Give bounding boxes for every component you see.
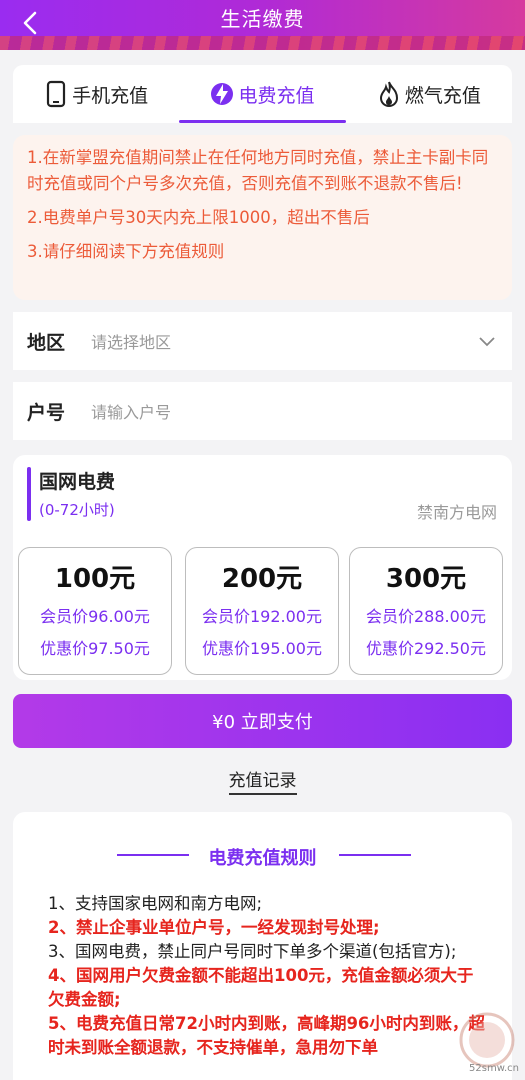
rule-item: 4、国网用户欠费金额不能超出100元，充值金额必须大于欠费金额; (48, 966, 474, 1009)
option-member-price: 会员价288.00元 (366, 607, 486, 626)
watermark-seal-icon (459, 1012, 515, 1068)
flame-icon (379, 81, 398, 108)
header-bar: 生活缴费 (0, 0, 525, 50)
option-amount: 100元 (54, 564, 136, 594)
rules-title: 电费充值规则 (208, 848, 317, 869)
notice-box: 1.在新掌盟充值期间禁止在任何地方同时充值，禁止主卡副卡同时充值或同个户号多次充… (13, 135, 512, 300)
tab-bar: 手机充值 电费充值 燃气充值 (13, 65, 512, 123)
recharge-card: 国网电费 (0-72小时) 禁南方电网 100元 会员价96.00元 优惠价97… (13, 455, 512, 680)
option-member-price: 会员价192.00元 (202, 607, 322, 626)
account-placeholder: 请输入户号 (91, 403, 172, 422)
amount-option-300[interactable]: 300元 会员价288.00元 优惠价292.50元 (349, 547, 503, 675)
page-title: 生活缴费 (220, 7, 305, 31)
rules-panel: 电费充值规则 1、支持国家电网和南方电网; 2、禁止企事业单位户号，一经发现封号… (13, 812, 512, 1080)
rule-item: 3、国网电费，禁止同户号同时下单多个渠道(包括官方); (48, 942, 457, 961)
amount-option-100[interactable]: 100元 会员价96.00元 优惠价97.50元 (18, 547, 172, 675)
pay-now-button[interactable]: ¥0 立即支付 (13, 694, 512, 748)
rule-item: 1、支持国家电网和南方电网; (48, 894, 263, 913)
provider-time: (0-72小时) (39, 501, 115, 519)
provider-name: 国网电费 (39, 471, 116, 493)
tab-gas-recharge[interactable]: 燃气充值 (346, 65, 512, 123)
tab-electricity-recharge[interactable]: 电费充值 (179, 65, 346, 123)
rules-list: 1、支持国家电网和南方电网; 2、禁止企事业单位户号，一经发现封号处理; 3、国… (48, 892, 486, 1060)
provider-accent-bar (27, 467, 31, 521)
option-discount-price: 优惠价292.50元 (366, 639, 486, 658)
option-discount-price: 优惠价195.00元 (202, 639, 322, 658)
tab-label: 手机充值 (72, 84, 149, 107)
grid-restriction: 禁南方电网 (416, 503, 497, 522)
recharge-record: 充值记录 (0, 766, 525, 795)
notice-line: 2.电费单户号30天内充上限1000，超出不售后 (27, 208, 370, 227)
header-decoration (0, 36, 525, 50)
rule-item: 2、禁止企事业单位户号，一经发现封号处理; (48, 918, 380, 937)
notice-line: 1.在新掌盟充值期间禁止在任何地方同时充值，禁止主卡副卡同时充值或同个户号多次充… (27, 148, 489, 193)
region-selector[interactable]: 地区 请选择地区 (13, 312, 512, 370)
tab-phone-recharge[interactable]: 手机充值 (13, 65, 179, 123)
option-amount: 300元 (385, 564, 467, 594)
rules-title-line-right (339, 854, 411, 856)
option-member-price: 会员价96.00元 (40, 607, 150, 626)
option-amount: 200元 (221, 564, 303, 594)
tab-label: 燃气充值 (404, 84, 481, 107)
amount-option-200[interactable]: 200元 会员价192.00元 优惠价195.00元 (185, 547, 339, 675)
lightning-icon (211, 83, 234, 105)
notice-line: 3.请仔细阅读下方充值规则 (27, 242, 225, 261)
watermark-text: 52smw.cn (469, 1063, 519, 1074)
tab-label: 电费充值 (238, 84, 315, 107)
option-discount-price: 优惠价97.50元 (40, 639, 150, 658)
region-label: 地区 (27, 331, 66, 354)
rule-item: 5、电费充值日常72小时内到账，高峰期96小时内到账，超时未到账全额退款，不支持… (48, 1014, 485, 1057)
region-placeholder: 请选择地区 (91, 333, 172, 352)
chevron-down-icon (479, 337, 495, 347)
account-input[interactable]: 户号 请输入户号 (13, 382, 512, 440)
account-label: 户号 (27, 401, 66, 424)
recharge-record-link[interactable]: 充值记录 (228, 771, 297, 795)
phone-icon (47, 80, 66, 108)
